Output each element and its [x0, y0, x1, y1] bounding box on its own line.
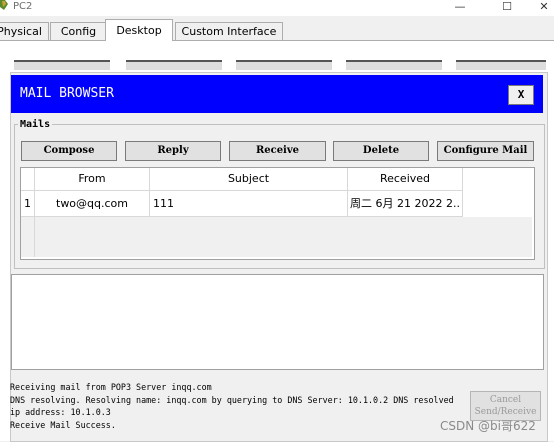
- status-line: Receiving mail from POP3 Server inqq.com: [10, 382, 212, 392]
- column-divider: [347, 168, 348, 216]
- app-icon: [0, 0, 8, 10]
- cell-subject: 111: [153, 197, 174, 210]
- header-divider: [21, 190, 463, 191]
- status-log: Receiving mail from POP3 Server inqq.com…: [10, 381, 460, 431]
- column-header-received[interactable]: Received: [348, 168, 462, 190]
- tab-desktop[interactable]: Desktop: [105, 19, 173, 42]
- receive-button[interactable]: Receive: [229, 141, 326, 161]
- desktop-app-icon: [14, 60, 110, 70]
- mail-browser-title: MAIL BROWSER: [20, 86, 114, 101]
- column-header-subject[interactable]: Subject: [150, 168, 347, 190]
- maximize-icon[interactable]: ☐: [491, 0, 523, 16]
- tab-physical[interactable]: Physical: [0, 22, 49, 41]
- tab-config[interactable]: Config: [50, 22, 107, 41]
- desktop-app-icon: [236, 60, 332, 70]
- cell-from: two@qq.com: [56, 197, 128, 210]
- column-header-from[interactable]: From: [35, 168, 149, 190]
- tab-custom-interface[interactable]: Custom Interface: [175, 22, 283, 41]
- window-title: PC2: [13, 1, 33, 12]
- close-mail-browser-button[interactable]: X: [508, 85, 534, 105]
- mails-group-label: Mails: [18, 119, 53, 130]
- compose-button[interactable]: Compose: [21, 141, 117, 161]
- desktop-app-icon: [346, 60, 442, 70]
- delete-button[interactable]: Delete: [333, 141, 429, 161]
- reply-button[interactable]: Reply: [125, 141, 221, 161]
- desktop-app-icon: [456, 60, 546, 70]
- status-line: DNS resolving. Resolving name: inqq.com …: [10, 394, 454, 418]
- close-window-icon[interactable]: ✕: [528, 0, 554, 16]
- watermark: CSDN @bi哥622: [440, 419, 536, 433]
- desktop-app-icon: [126, 60, 222, 70]
- table-empty-area: [21, 217, 532, 257]
- cell-received: 周二 6月 21 2022 2...: [350, 197, 461, 210]
- column-divider: [149, 168, 150, 216]
- row-divider: [21, 216, 463, 217]
- message-body-pane[interactable]: [11, 274, 544, 370]
- row-number: 1: [24, 197, 31, 210]
- cancel-button-label: Cancel Send/Receive: [474, 395, 537, 417]
- configure-mail-button[interactable]: Configure Mail: [437, 141, 534, 161]
- column-divider: [462, 168, 463, 216]
- minimize-icon[interactable]: —: [444, 0, 476, 16]
- status-line: Receive Mail Success.: [10, 419, 116, 430]
